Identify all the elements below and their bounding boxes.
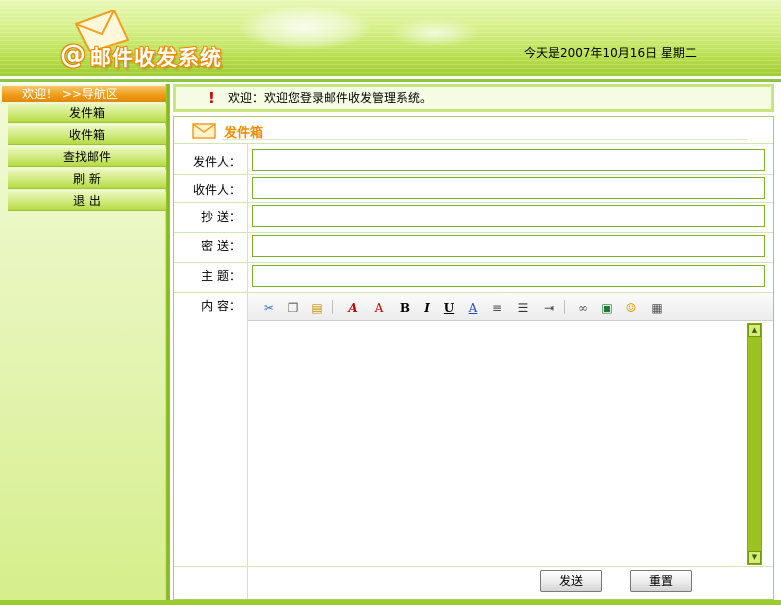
subject-label: 主 题： (201, 269, 241, 283)
ordered-list-icon[interactable]: ☰ (514, 299, 532, 317)
scroll-down-icon[interactable]: ▼ (748, 551, 761, 564)
header-banner: @ 邮件收发系统 今天是2007年10月16日 星期二 (0, 0, 781, 76)
cc-label: 抄 送： (201, 210, 241, 224)
app-title: 邮件收发系统 (90, 46, 222, 70)
indent-icon[interactable]: ⇥ (540, 299, 558, 317)
recipient-label: 收件人： (192, 183, 241, 197)
mail-icon (192, 123, 216, 139)
send-button[interactable]: 发送 (540, 570, 602, 592)
footer-bar (0, 600, 781, 605)
logo: @ 邮件收发系统 (60, 10, 250, 70)
sidebar-divider (166, 84, 170, 605)
sender-label: 发件人： (192, 155, 241, 169)
recipient-field[interactable] (252, 177, 765, 199)
bcc-label: 密 送： (201, 239, 241, 253)
font-color-icon[interactable]: A (344, 299, 362, 317)
sidebar-item-outbox[interactable]: 发件箱 (8, 104, 166, 123)
copy-icon[interactable]: ❐ (284, 299, 302, 317)
editor-scrollbar[interactable]: ▲ ▼ (747, 323, 762, 565)
panel-header: 发件箱 (174, 117, 773, 143)
bold-icon[interactable]: B (396, 299, 414, 317)
sidebar-item-logout[interactable]: 退 出 (8, 192, 166, 211)
subject-field[interactable] (252, 265, 765, 287)
scroll-up-icon[interactable]: ▲ (748, 324, 761, 337)
underline-icon[interactable]: U (440, 299, 458, 317)
bcc-field[interactable] (252, 235, 765, 257)
exclamation-icon: ! (208, 89, 215, 107)
cc-field[interactable] (252, 205, 765, 227)
sidebar-item-refresh[interactable]: 刷 新 (8, 170, 166, 189)
notice-text: 欢迎：欢迎您登录邮件收发管理系统。 (228, 91, 433, 105)
content-editor[interactable] (248, 322, 773, 566)
sender-field[interactable] (252, 149, 765, 171)
image-icon[interactable]: ▣ (598, 299, 616, 317)
header-divider (0, 79, 781, 82)
text-color-icon[interactable]: A (464, 299, 482, 317)
italic-icon[interactable]: I (418, 299, 436, 317)
sidebar-nav: 欢迎！ >>导航区 发件箱 收件箱 查找邮件 刷 新 退 出 (0, 84, 166, 600)
emoticon-icon[interactable]: ☺ (622, 299, 640, 317)
sidebar-item-search-mail[interactable]: 查找邮件 (8, 148, 166, 167)
date-display: 今天是2007年10月16日 星期二 (524, 46, 697, 60)
cut-icon[interactable]: ✂ (260, 299, 278, 317)
at-sign-icon: @ (60, 40, 86, 70)
welcome-notice: ! 欢迎：欢迎您登录邮件收发管理系统。 (173, 84, 774, 112)
compose-panel: 发件箱 发件人： 收件人： 抄 送： 密 送： 主 题： 内 容： ✂ ❐ ▤ … (173, 116, 774, 600)
link-icon[interactable]: ∞ (574, 299, 592, 317)
paste-icon[interactable]: ▤ (308, 299, 326, 317)
sidebar-title: 欢迎！ >>导航区 (2, 86, 166, 102)
sidebar-item-inbox[interactable]: 收件箱 (8, 126, 166, 145)
content-label: 内 容： (201, 299, 241, 313)
table-icon[interactable]: ▦ (648, 299, 666, 317)
editor-toolbar: ✂ ❐ ▤ A A B I U A ≡ ☰ ⇥ ∞ ▣ ☺ ▦ (248, 293, 773, 321)
font-size-icon[interactable]: A (370, 299, 388, 317)
reset-button[interactable]: 重置 (630, 570, 692, 592)
align-icon[interactable]: ≡ (488, 299, 506, 317)
